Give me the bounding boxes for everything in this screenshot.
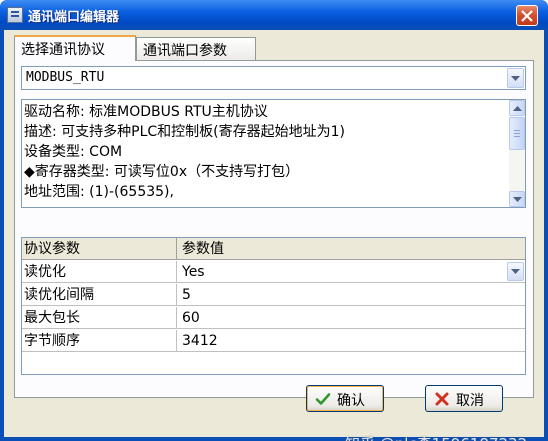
protocol-description[interactable]: 驱动名称: 标准MODBUS RTU主机协议 描述: 可支持多种PLC和控制板(… — [21, 99, 526, 208]
column-header-value: 参数值 — [182, 241, 224, 257]
close-icon — [521, 10, 533, 22]
title-bar[interactable]: 通讯端口编辑器 — [0, 0, 548, 30]
protocol-select[interactable]: MODBUS_RTU — [21, 66, 526, 90]
cancel-button-label: 取消 — [456, 393, 484, 409]
window-title: 通讯端口编辑器 — [28, 10, 120, 25]
description-line: 地址范围: (1)-(65535), — [24, 184, 174, 200]
description-line: 驱动名称: 标准MODBUS RTU主机协议 — [24, 104, 268, 120]
dialog-window: 通讯端口编辑器 选择通讯协议 通讯端口参数 MODBUS_RTU 驱动名称: 标… — [0, 0, 548, 441]
ok-button-label: 确认 — [337, 393, 365, 409]
tab-panel: MODBUS_RTU 驱动名称: 标准MODBUS RTU主机协议 描述: 可支… — [14, 60, 534, 398]
chevron-up-icon — [513, 106, 522, 111]
cancel-button[interactable]: 取消 — [425, 385, 503, 412]
param-value[interactable]: Yes — [177, 261, 525, 283]
param-name: 字节顺序 — [22, 330, 177, 352]
description-line: 描述: 可支持多种PLC和控制板(寄存器起始地址为1) — [24, 124, 346, 140]
protocol-select-value: MODBUS_RTU — [26, 70, 105, 85]
checkmark-icon — [315, 393, 331, 405]
table-row[interactable]: 字节顺序 3412 — [22, 330, 525, 352]
scroll-thumb[interactable] — [509, 117, 525, 150]
ok-button[interactable]: 确认 — [306, 385, 384, 412]
chevron-down-icon — [513, 197, 522, 202]
table-row[interactable]: 读优化间隔 5 — [22, 284, 525, 306]
watermark-text: 知乎 @plc森1596187232 — [345, 433, 527, 441]
param-value[interactable]: 5 — [177, 284, 525, 306]
dialog-client-area: 选择通讯协议 通讯端口参数 MODBUS_RTU 驱动名称: 标准MODBUS … — [4, 30, 544, 441]
table-header-row: 协议参数 参数值 — [22, 238, 525, 260]
description-line: 设备类型: COM — [24, 144, 123, 160]
app-icon — [7, 7, 23, 23]
description-line: ◆寄存器类型: 可读写位0x（不支持写打包） — [24, 164, 300, 180]
close-button[interactable] — [516, 5, 538, 26]
param-name: 读优化间隔 — [22, 284, 177, 306]
table-row[interactable]: 最大包长 60 — [22, 307, 525, 329]
description-scrollbar[interactable] — [509, 100, 525, 207]
chevron-down-icon — [511, 76, 520, 81]
params-table: 协议参数 参数值 读优化 Yes 读优化间隔 5 最大包长 60 字节顺序 34… — [21, 237, 526, 375]
param-name: 最大包长 — [22, 307, 177, 329]
tab-select-protocol[interactable]: 选择通讯协议 — [14, 35, 136, 61]
param-value[interactable]: 3412 — [177, 330, 525, 352]
param-dropdown-button[interactable] — [507, 262, 524, 281]
cancel-x-icon — [435, 392, 449, 406]
column-header-param: 协议参数 — [22, 238, 177, 260]
scroll-up-button[interactable] — [509, 100, 525, 116]
chevron-down-icon — [511, 269, 520, 274]
tab-port-params[interactable]: 通讯端口参数 — [136, 37, 256, 60]
table-row[interactable]: 读优化 Yes — [22, 261, 525, 283]
param-name: 读优化 — [22, 261, 177, 283]
scroll-down-button[interactable] — [509, 191, 525, 207]
protocol-dropdown-button[interactable] — [507, 68, 524, 88]
param-value[interactable]: 60 — [177, 307, 525, 329]
